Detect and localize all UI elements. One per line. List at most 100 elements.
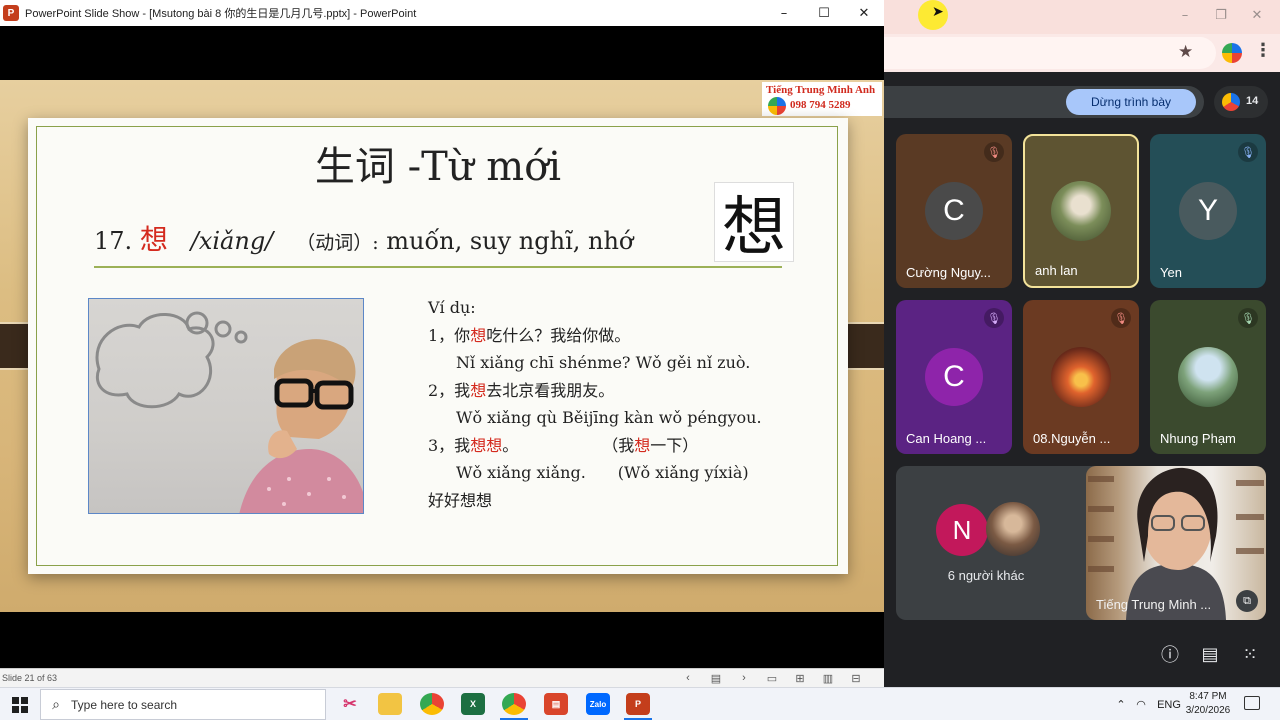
- mic-off-icon: 🎙: [984, 308, 1004, 328]
- vocab-number: 17.: [94, 227, 133, 255]
- vocab-pos: （动词）:: [296, 232, 379, 254]
- powerpoint-icon: P: [3, 5, 19, 21]
- meet-controls: ⓘ ▤ ⁙: [1150, 640, 1270, 668]
- participant-tile-speaking[interactable]: anh lan: [1023, 134, 1139, 288]
- brand-name: Tiếng Trung Minh Anh: [766, 84, 876, 96]
- participant-avatar: C: [925, 182, 983, 240]
- slide-area[interactable]: Tiếng Trung Minh Anh 098 794 5289 生词 -Từ…: [0, 80, 884, 612]
- examples-block: Ví dụ: 1，你想吃什么？我给你做。 Nǐ xiǎng chī shénme…: [428, 294, 762, 514]
- participants-avatars-icon: [1222, 93, 1240, 111]
- participant-tile[interactable]: C 🎙 Cường Nguy...: [896, 134, 1012, 288]
- taskbar-clock[interactable]: 8:47 PM 3/20/2026: [1180, 690, 1236, 718]
- pip-icon[interactable]: ⧉: [1236, 590, 1258, 612]
- chrome-profile-icon[interactable]: [502, 693, 526, 715]
- ex3-highlight-2: 想: [634, 435, 651, 455]
- search-placeholder: Type here to search: [71, 697, 178, 712]
- thinking-girl-image: [88, 298, 364, 514]
- ppt-statusbar: Slide 21 of 63 ‹ ▤ › ▭ ⊞ ▥ ⊟: [0, 668, 884, 687]
- mic-off-icon: 🎙: [984, 142, 1004, 162]
- ex3-highlight: 想想: [470, 435, 503, 455]
- apps-grid-icon[interactable]: ⁙: [1230, 640, 1270, 668]
- tray-expand-icon[interactable]: ⌃: [1112, 698, 1130, 711]
- thinking-girl-illustration: [95, 311, 363, 513]
- chrome-toolbar: ➤ – ❐ ✕ ★ ⋮: [884, 0, 1280, 72]
- participant-photo: [1178, 347, 1238, 407]
- mic-off-icon: 🎙: [1238, 142, 1258, 162]
- wifi-icon[interactable]: ◠: [1130, 698, 1152, 711]
- mic-off-icon: 🎙: [1111, 308, 1131, 328]
- ppt-titlebar: P PowerPoint Slide Show - [Msutong bài 8…: [0, 0, 884, 26]
- snipping-tool-icon[interactable]: ✂: [338, 693, 362, 715]
- ex3-pinyin-b: (Wǒ xiǎng yíxià): [617, 463, 749, 482]
- participant-tile[interactable]: C 🎙 Can Hoang ...: [896, 300, 1012, 454]
- participants-count: 14: [1246, 95, 1259, 107]
- example-4: 好好想想: [428, 490, 493, 510]
- slideshow-view-icon[interactable]: ⊟: [842, 670, 870, 686]
- participant-avatar: C: [925, 348, 983, 406]
- participant-name: Nhung Phạm: [1160, 431, 1236, 446]
- close-button[interactable]: ✕: [844, 0, 884, 26]
- vocab-meaning: muốn, suy nghĩ, nhớ: [386, 227, 634, 255]
- self-video-tile[interactable]: Tiếng Trung Minh ... ⧉: [1086, 466, 1266, 620]
- participant-name: Can Hoang ...: [906, 431, 987, 446]
- meet-window: ➤ – ❐ ✕ ★ ⋮ Dừng trình bày 14 C 🎙 Cường …: [884, 0, 1280, 687]
- ex2-part-c: 去北京看我朋友。: [486, 380, 615, 400]
- window-controls: – ☐ ✕: [764, 0, 884, 26]
- slide-menu-icon[interactable]: ▤: [702, 670, 730, 686]
- participant-tile[interactable]: 🎙 Nhung Phạm: [1150, 300, 1266, 454]
- chrome-menu-icon[interactable]: ⋮: [1254, 40, 1272, 61]
- participant-name: Cường Nguy...: [906, 265, 991, 280]
- ex2-part-a: 2，我: [428, 380, 471, 400]
- notes-app-icon[interactable]: ▤: [544, 693, 568, 715]
- vocab-pinyin: /xiǎng/: [190, 227, 274, 255]
- ex3-part-f: 一下）: [650, 435, 699, 455]
- example-1: 1，你想吃什么？我给你做。: [428, 322, 762, 350]
- ex3-part-d: （我: [602, 435, 635, 455]
- previous-slide-icon[interactable]: ‹: [674, 670, 702, 686]
- normal-view-icon[interactable]: ▭: [758, 670, 786, 686]
- zalo-icon[interactable]: Zalo: [586, 693, 610, 715]
- participant-tile[interactable]: Y 🎙 Yen: [1150, 134, 1266, 288]
- brand-watermark: Tiếng Trung Minh Anh 098 794 5289: [762, 82, 882, 116]
- example-2-pinyin: Wǒ xiǎng qù Běijīng kàn wǒ péngyou.: [456, 408, 762, 427]
- chat-icon[interactable]: ▤: [1190, 640, 1230, 668]
- mic-off-icon: 🎙: [1238, 308, 1258, 328]
- taskbar-search[interactable]: ⌕ Type here to search: [40, 689, 326, 720]
- powerpoint-taskbar-icon[interactable]: P: [626, 693, 650, 715]
- chrome-restore-button[interactable]: ❐: [1204, 8, 1238, 26]
- file-explorer-icon[interactable]: [378, 693, 402, 715]
- slide-sorter-icon[interactable]: ⊞: [786, 670, 814, 686]
- chrome-close-button[interactable]: ✕: [1240, 8, 1274, 26]
- stop-presenting-button[interactable]: Dừng trình bày: [1066, 89, 1196, 115]
- chrome-minimize-button[interactable]: –: [1168, 8, 1202, 26]
- system-tray: ⌃ ◠ ENG: [1112, 688, 1186, 720]
- clock-time: 8:47 PM: [1189, 691, 1227, 702]
- minimize-button[interactable]: –: [764, 0, 804, 26]
- window-title: PowerPoint Slide Show - [Msutong bài 8 你…: [25, 8, 417, 20]
- reading-view-icon[interactable]: ▥: [814, 670, 842, 686]
- profile-icon[interactable]: [1222, 43, 1242, 63]
- vocab-divider: [94, 266, 782, 268]
- windows-start-icon[interactable]: [12, 697, 28, 713]
- screen: P PowerPoint Slide Show - [Msutong bài 8…: [0, 0, 1280, 720]
- mouse-cursor-icon: ➤: [932, 4, 944, 20]
- participant-name: 08.Nguyễn ...: [1033, 431, 1111, 446]
- next-slide-icon[interactable]: ›: [730, 670, 758, 686]
- excel-icon[interactable]: X: [461, 693, 485, 715]
- notification-icon[interactable]: [1244, 696, 1260, 710]
- example-3-pinyin: Wǒ xiǎng xiǎng. (Wǒ xiǎng yíxià): [428, 459, 762, 487]
- example-3: 3，我想想。 （我想一下）: [428, 432, 762, 460]
- ex1-part-a: 1，你: [428, 325, 471, 345]
- chrome-icon[interactable]: [420, 693, 444, 715]
- bookmark-star-icon[interactable]: ★: [1178, 42, 1193, 62]
- info-icon[interactable]: ⓘ: [1150, 640, 1190, 668]
- others-label: 6 người khác: [947, 568, 1025, 583]
- search-icon: ⌕: [52, 696, 60, 713]
- clock-date: 3/20/2026: [1185, 705, 1231, 716]
- participant-tile[interactable]: 🎙 08.Nguyễn ...: [1023, 300, 1139, 454]
- address-bar[interactable]: [884, 37, 1216, 69]
- participant-photo: [1051, 181, 1111, 241]
- powerpoint-window: P PowerPoint Slide Show - [Msutong bài 8…: [0, 0, 884, 687]
- maximize-button[interactable]: ☐: [804, 0, 844, 26]
- examples-heading: Ví dụ:: [428, 298, 476, 317]
